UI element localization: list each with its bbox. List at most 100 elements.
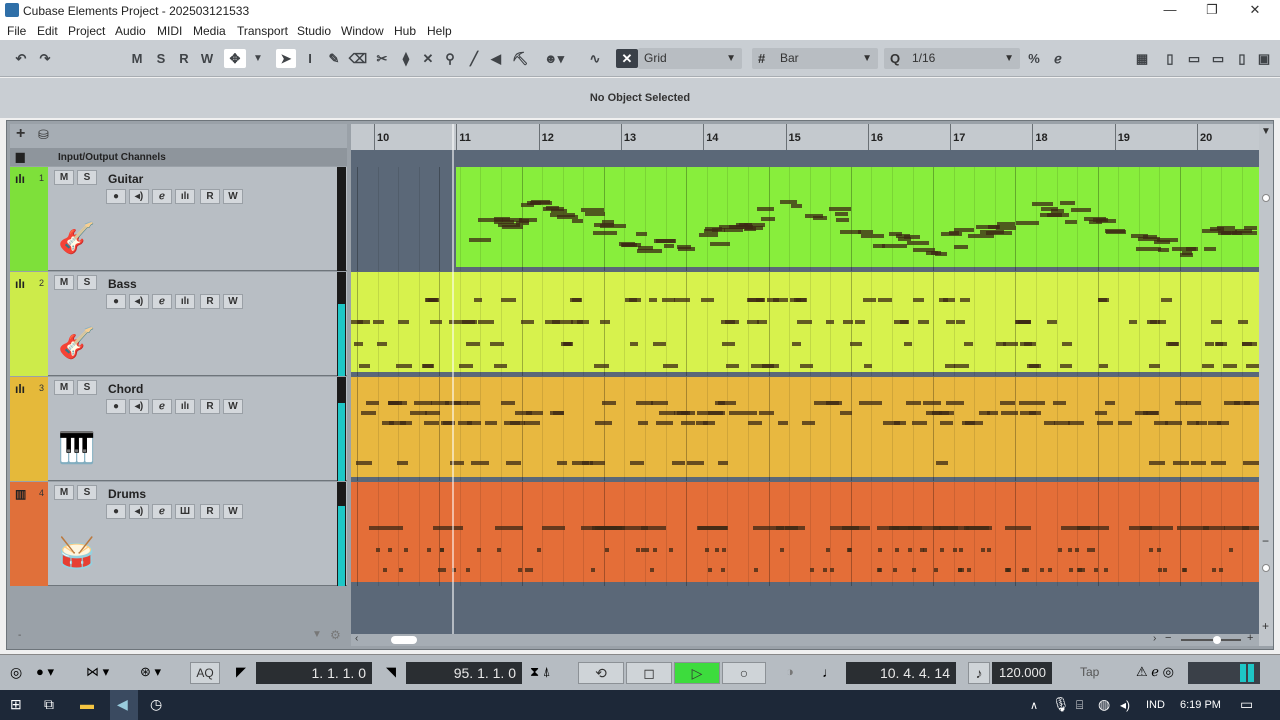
channel-settings-icon[interactable]: ılı: [175, 294, 195, 309]
inspector-icon[interactable]: ▭: [1184, 49, 1204, 68]
channel-settings-icon[interactable]: ılı: [175, 189, 195, 204]
mute-button[interactable]: M: [54, 485, 74, 500]
play-tool-icon[interactable]: ◀: [486, 49, 506, 68]
show-hidden-icons-icon[interactable]: ∧: [1030, 699, 1038, 712]
quantize-dropdown[interactable]: Q 1/16 ▼: [884, 48, 1020, 69]
task-view-icon[interactable]: ⧉: [44, 696, 54, 713]
taskbar-clock[interactable]: 6:19 PM: [1180, 699, 1221, 711]
track-drums[interactable]: ▥ 4 M S Drums ● ◂) ℯ Ш R W 🥁: [10, 482, 347, 586]
tap-tempo-button[interactable]: Tap: [1080, 665, 1099, 679]
channel-settings-icon[interactable]: ılı: [175, 399, 195, 414]
write-automation-button[interactable]: W: [223, 294, 243, 309]
cubase-taskbar-button[interactable]: ◀: [110, 690, 138, 720]
zoom-in-icon[interactable]: +: [1262, 619, 1269, 633]
line-tool-icon[interactable]: ╱: [464, 49, 484, 68]
redo-icon[interactable]: ↷: [36, 49, 54, 68]
track-lane-bass[interactable]: [351, 272, 1259, 376]
global-mute-button[interactable]: M: [128, 49, 146, 68]
tempo-display[interactable]: 120.000: [992, 662, 1052, 684]
record-mode-icon[interactable]: ● ▾: [36, 664, 54, 680]
mute-tool-icon[interactable]: ✕: [418, 49, 438, 68]
menu-studio[interactable]: Studio: [297, 24, 331, 38]
grid-type-dropdown[interactable]: # Bar ▼: [752, 48, 878, 69]
horizontal-scrollbar[interactable]: ‹ › − +: [351, 632, 1259, 646]
zoom-tool-icon[interactable]: ⚲: [440, 49, 460, 68]
record-enable-icon[interactable]: ●: [106, 189, 126, 204]
write-automation-button[interactable]: W: [223, 189, 243, 204]
solo-button[interactable]: S: [77, 380, 97, 395]
track-lane-guitar[interactable]: [351, 167, 1259, 271]
cycle-button[interactable]: ⟲: [578, 662, 624, 684]
global-write-button[interactable]: W: [198, 49, 216, 68]
track-name[interactable]: Bass: [108, 277, 137, 291]
language-indicator[interactable]: IND: [1146, 699, 1165, 711]
performance-meter-icon[interactable]: ◎: [10, 664, 22, 681]
glue-tool-icon[interactable]: ⧫: [396, 49, 416, 68]
set-up-window-layout-icon[interactable]: ▦: [1132, 49, 1152, 68]
read-automation-button[interactable]: R: [200, 294, 220, 309]
zoom-out-icon[interactable]: -: [18, 630, 21, 641]
track-guitar[interactable]: ılı 1 M S Guitar ● ◂) ℯ ılı R W 🎸: [10, 167, 347, 271]
solo-button[interactable]: S: [77, 485, 97, 500]
left-locator-icon[interactable]: ◤: [236, 664, 246, 680]
add-track-folder-icon[interactable]: ⛁: [38, 127, 49, 143]
go-to-locator-icon[interactable]: ⧗ ⍋: [530, 664, 551, 680]
cycle-mode-icon[interactable]: ⊛ ▾: [140, 664, 161, 680]
vertical-zoom-bar[interactable]: ▼ − +: [1259, 124, 1273, 646]
mute-button[interactable]: M: [54, 380, 74, 395]
snap-on-icon[interactable]: ✕: [616, 49, 638, 68]
stop-button[interactable]: ◻: [626, 662, 672, 684]
horizontal-zoom-handle[interactable]: [1213, 636, 1221, 644]
midi-part[interactable]: [351, 482, 1259, 582]
record-enable-icon[interactable]: ●: [106, 504, 126, 519]
track-lane-drums[interactable]: [351, 482, 1259, 586]
close-button[interactable]: ✕: [1245, 2, 1265, 18]
maximize-button[interactable]: ❐: [1202, 2, 1222, 18]
click-toggle-icon[interactable]: ♪: [968, 662, 990, 684]
autoscroll-icon[interactable]: ✥: [224, 49, 246, 68]
sync-icon[interactable]: ⚠ ℯ ◎: [1136, 664, 1174, 680]
menu-edit[interactable]: Edit: [37, 24, 58, 38]
window-settings-icon[interactable]: ▣: [1254, 49, 1274, 68]
event-display[interactable]: 10 11 12 13 14 15 16 17 18 19 20: [351, 124, 1259, 634]
menu-hub[interactable]: Hub: [394, 24, 416, 38]
right-locator-display[interactable]: 95. 1. 1. 0: [406, 662, 522, 684]
chevron-down-icon[interactable]: ▼: [312, 629, 322, 640]
punch-icon[interactable]: ◑: [786, 664, 794, 679]
record-enable-icon[interactable]: ●: [106, 399, 126, 414]
zoom-in-icon[interactable]: +: [1247, 632, 1253, 644]
write-automation-button[interactable]: W: [223, 504, 243, 519]
track-bass[interactable]: ılı 2 M S Bass ● ◂) ℯ ılı R W 🎸: [10, 272, 347, 376]
read-automation-button[interactable]: R: [200, 189, 220, 204]
metronome-note-icon[interactable]: ♩: [822, 664, 836, 680]
split-tool-icon[interactable]: ✂: [372, 49, 392, 68]
project-cursor[interactable]: [452, 124, 454, 634]
menu-audio[interactable]: Audio: [115, 24, 146, 38]
add-track-icon[interactable]: +: [16, 125, 25, 143]
horizontal-zoom-slider[interactable]: [1181, 639, 1241, 641]
left-zone-icon[interactable]: ▯: [1160, 49, 1180, 68]
menu-file[interactable]: File: [7, 24, 26, 38]
draw-tool-icon[interactable]: ✎: [324, 49, 344, 68]
track-name[interactable]: Drums: [108, 487, 146, 501]
lower-zone-icon[interactable]: ▭: [1208, 49, 1228, 68]
play-button[interactable]: ▷: [674, 662, 720, 684]
track-chord[interactable]: ılı 3 M S Chord ● ◂) ℯ ılı R W 🎹: [10, 377, 347, 481]
horizontal-scroll-thumb[interactable]: [391, 636, 417, 644]
file-explorer-icon[interactable]: ▬: [80, 696, 94, 712]
object-selection-tool-icon[interactable]: ➤: [276, 49, 296, 68]
menu-window[interactable]: Window: [341, 24, 384, 38]
zoom-out-icon[interactable]: −: [1165, 632, 1171, 644]
volume-icon[interactable]: ◂): [1120, 698, 1130, 712]
network-icon[interactable]: ⌸: [1076, 698, 1083, 713]
menu-project[interactable]: Project: [68, 24, 105, 38]
left-locator-display[interactable]: 1. 1. 1. 0: [256, 662, 372, 684]
iterative-quantize-icon[interactable]: %: [1024, 49, 1044, 68]
menu-transport[interactable]: Transport: [237, 24, 288, 38]
position-display[interactable]: 10. 4. 4. 14: [846, 662, 956, 684]
write-automation-button[interactable]: W: [223, 399, 243, 414]
edit-instrument-icon[interactable]: ℯ: [152, 189, 172, 204]
read-automation-button[interactable]: R: [200, 399, 220, 414]
color-menu-icon[interactable]: ☻▾: [538, 49, 570, 68]
menu-media[interactable]: Media: [193, 24, 226, 38]
